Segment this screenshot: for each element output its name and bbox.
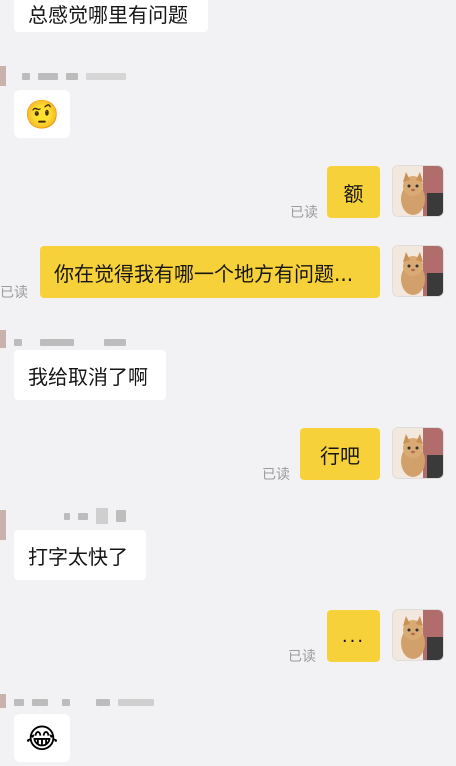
cat-avatar-icon[interactable] (392, 245, 444, 297)
message-text: 额 (343, 181, 364, 206)
message-text: 你在觉得我有哪一个地方有问题... (54, 261, 354, 286)
cat-avatar-icon-svg (393, 610, 443, 660)
cat-avatar-icon-svg (393, 246, 443, 296)
sender-name-pixelated (14, 696, 154, 708)
outgoing-message-bubble[interactable]: 行吧 (300, 428, 380, 480)
sender-avatar[interactable] (0, 694, 6, 708)
incoming-emoji-bubble[interactable]: 😂 (14, 714, 70, 762)
sender-name-pixelated (64, 508, 126, 524)
sender-avatar[interactable] (0, 330, 6, 348)
incoming-message-bubble[interactable]: 总感觉哪里有问题 (14, 0, 208, 32)
read-receipt: 已读 (288, 649, 316, 665)
message-text: 我给取消了啊 (28, 364, 148, 389)
sender-avatar[interactable] (0, 66, 6, 86)
read-receipt: 已读 (290, 205, 318, 221)
read-receipt: 已读 (262, 467, 290, 483)
cat-avatar-icon[interactable] (392, 165, 444, 217)
laughing-emoji: 😂 (25, 721, 59, 755)
message-text: 总感觉哪里有问题 (28, 2, 188, 27)
message-text: 行吧 (320, 443, 360, 468)
outgoing-message-bubble[interactable]: 额 (327, 166, 380, 218)
cat-avatar-icon-svg (393, 428, 443, 478)
read-receipt: 已读 (0, 285, 28, 301)
incoming-emoji-bubble[interactable]: 🤨 (14, 90, 70, 138)
incoming-message-bubble[interactable]: 我给取消了啊 (14, 350, 166, 400)
cat-avatar-icon[interactable] (392, 427, 444, 479)
sender-name-pixelated (14, 336, 126, 348)
thinking-face-emoji: 🤨 (24, 97, 60, 131)
incoming-message-bubble[interactable]: 打字太快了 (14, 530, 146, 580)
outgoing-message-bubble[interactable]: 你在觉得我有哪一个地方有问题... (40, 246, 380, 298)
outgoing-message-bubble[interactable]: ... (327, 610, 380, 662)
chat-window: 总感觉哪里有问题 🤨 已读 额 已读 你在觉得我有哪一个地方有问题... 我给取… (0, 0, 456, 766)
sender-avatar[interactable] (0, 510, 6, 540)
message-text: 打字太快了 (28, 544, 128, 569)
cat-avatar-icon[interactable] (392, 609, 444, 661)
message-text: ... (341, 625, 366, 647)
cat-avatar-icon-svg (393, 166, 443, 216)
sender-name-pixelated (22, 70, 126, 82)
